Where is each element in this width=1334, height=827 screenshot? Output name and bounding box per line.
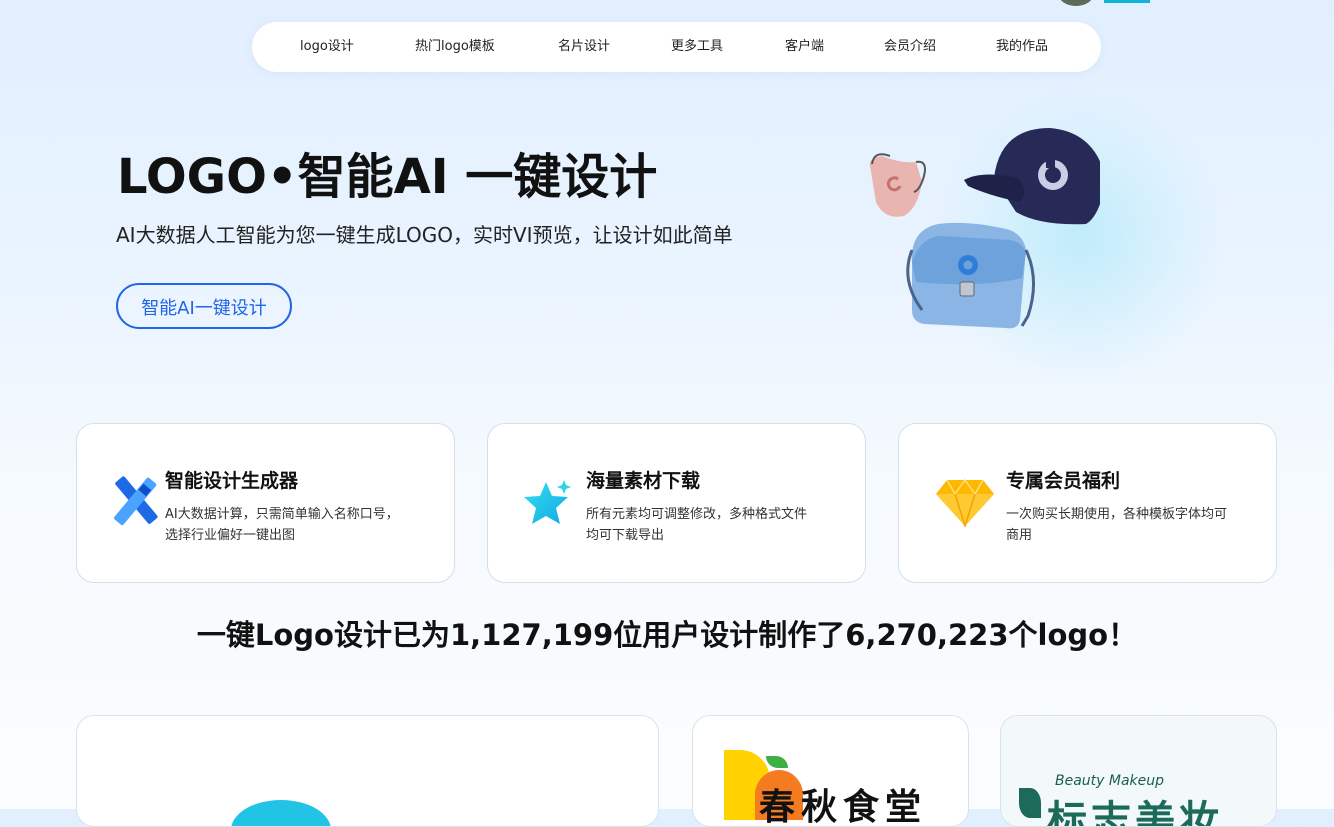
mask-icon bbox=[869, 153, 926, 217]
feature-card-design-generator[interactable]: 智能设计生成器 AI大数据计算，只需简单输入名称口号， 选择行业偏好一键出图 bbox=[76, 423, 455, 583]
diamond-icon bbox=[936, 479, 994, 527]
leaf-icon bbox=[1019, 788, 1041, 818]
cap-icon bbox=[964, 128, 1100, 225]
restaurant-logo-text: 春秋食堂 bbox=[759, 786, 928, 827]
feature-description: AI大数据计算，只需简单输入名称口号， 选择行业偏好一键出图 bbox=[165, 504, 399, 546]
feature-description-line: AI大数据计算，只需简单输入名称口号， bbox=[165, 507, 399, 522]
feature-title: 智能设计生成器 bbox=[165, 470, 299, 492]
beauty-script-text: Beauty Makeup bbox=[1055, 773, 1165, 789]
feature-description: 所有元素均可调整修改，多种格式文件 均可下载导出 bbox=[586, 504, 807, 546]
feature-description-line: 商用 bbox=[1006, 528, 1033, 543]
feature-title: 专属会员福利 bbox=[1006, 470, 1121, 492]
feature-description-line: 所有元素均可调整修改，多种格式文件 bbox=[586, 507, 808, 522]
star-icon bbox=[524, 480, 571, 524]
feature-description-line: 一次购买长期使用，各种模板字体均可 bbox=[1006, 507, 1228, 522]
feature-card-member-benefits[interactable]: 专属会员福利 一次购买长期使用，各种模板字体均可 商用 bbox=[898, 423, 1277, 583]
user-avatar[interactable] bbox=[1058, 0, 1094, 6]
hero-title: LOGO•智能AI 一键设计 bbox=[117, 149, 658, 205]
usage-stats-heading: 一键Logo设计已为1,127,199位用户设计制作了6,270,223个log… bbox=[196, 618, 1138, 652]
featured-logo-shape bbox=[231, 800, 331, 826]
bag-icon bbox=[906, 222, 1036, 329]
feature-description-line: 选择行业偏好一键出图 bbox=[165, 528, 296, 543]
hero-subtitle: AI大数据人工智能为您一键生成LOGO，实时VI预览，让设计如此简单 bbox=[116, 223, 733, 247]
feature-description-line: 均可下载导出 bbox=[586, 528, 665, 543]
beauty-logo-text: 标志美妆 bbox=[1047, 798, 1223, 827]
feature-description: 一次购买长期使用，各种模板字体均可 商用 bbox=[1006, 504, 1227, 546]
gallery-card-featured[interactable] bbox=[76, 715, 659, 827]
nav-item-membership[interactable]: 会员介绍 bbox=[884, 22, 936, 72]
feature-title: 海量素材下载 bbox=[586, 470, 701, 492]
top-action-button[interactable] bbox=[1104, 0, 1150, 3]
pen-ruler-icon bbox=[113, 476, 158, 526]
merch-illustration bbox=[869, 128, 1100, 329]
feature-card-materials-download[interactable]: 海量素材下载 所有元素均可调整修改，多种格式文件 均可下载导出 bbox=[487, 423, 866, 583]
nav-item-logo-design[interactable]: logo设计 bbox=[300, 22, 354, 72]
nav-item-card-design[interactable]: 名片设计 bbox=[558, 22, 610, 72]
leaf-icon bbox=[766, 756, 788, 768]
nav-item-client[interactable]: 客户端 bbox=[785, 22, 824, 72]
nav-item-hot-templates[interactable]: 热门logo模板 bbox=[415, 22, 495, 72]
gallery-card-beauty-logo[interactable]: Beauty Makeup 标志美妆 bbox=[1000, 715, 1277, 827]
main-nav: logo设计 热门logo模板 名片设计 更多工具 客户端 会员介绍 我的作品 bbox=[252, 22, 1101, 72]
gallery-card-restaurant-logo[interactable]: 春秋食堂 bbox=[692, 715, 969, 827]
ai-design-button[interactable]: 智能AI一键设计 bbox=[116, 283, 292, 329]
nav-item-more-tools[interactable]: 更多工具 bbox=[671, 22, 723, 72]
nav-item-my-works[interactable]: 我的作品 bbox=[996, 22, 1048, 72]
